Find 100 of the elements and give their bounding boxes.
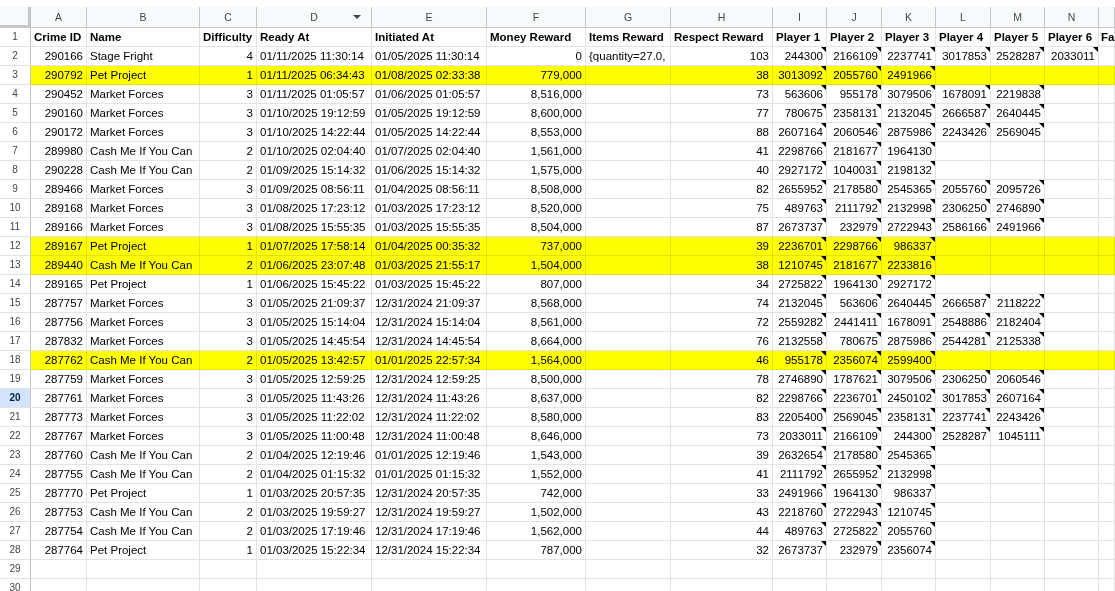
column-header[interactable]: I [773, 7, 827, 28]
table-cell: 2233816 [887, 259, 932, 271]
column-header[interactable]: L [936, 7, 991, 28]
column-header[interactable]: B [87, 7, 200, 28]
table-cell: 1964130 [833, 278, 878, 290]
table-cell: 2666587 [942, 297, 987, 309]
table-cell: 2298766 [778, 145, 823, 157]
table-cell: 2548886 [942, 316, 987, 328]
row-header[interactable]: 29 [0, 560, 31, 579]
table-cell: 1210745 [887, 506, 932, 518]
row-header[interactable]: 4 [0, 85, 31, 104]
table-cell: 2166109 [833, 50, 878, 62]
table-cell: 2441411 [834, 316, 878, 328]
table-cell: 2927172 [887, 278, 932, 290]
row-header[interactable]: 22 [0, 427, 31, 446]
table-cell: 2237741 [887, 50, 932, 62]
row-header[interactable]: 16 [0, 313, 31, 332]
table-cell: 2218760 [778, 506, 823, 518]
table-cell: 1040031 [833, 164, 878, 176]
row-header[interactable]: 10 [0, 199, 31, 218]
column-header[interactable]: D [257, 7, 372, 28]
row-header[interactable]: 8 [0, 161, 31, 180]
table-cell: 2298766 [778, 392, 823, 404]
column-header[interactable]: K [882, 7, 936, 28]
table-cell: 2722943 [833, 506, 878, 518]
row-header[interactable]: 12 [0, 237, 31, 256]
row-header[interactable]: 15 [0, 294, 31, 313]
table-cell: 2528287 [942, 430, 987, 442]
table-cell: 2306250 [942, 202, 987, 214]
row-header[interactable]: 2 [0, 47, 31, 66]
row-header[interactable]: 18 [0, 351, 31, 370]
table-cell: 1678091 [887, 316, 932, 328]
table-cell: 2033011 [1051, 50, 1095, 62]
table-cell: 2132558 [778, 335, 823, 347]
table-cell: 2237741 [942, 411, 987, 423]
table-cell: 2243426 [996, 411, 1041, 423]
table-cell: 232979 [839, 221, 878, 233]
table-cell: 2358131 [887, 411, 932, 423]
table-cell: 2358131 [833, 107, 878, 119]
caret-icon[interactable] [353, 15, 361, 19]
column-header[interactable]: A [31, 7, 87, 28]
table-cell: 3079506 [887, 88, 932, 100]
row-header[interactable]: 13 [0, 256, 31, 275]
column-header[interactable]: F [487, 7, 586, 28]
table-cell: 2544281 [942, 335, 987, 347]
table-cell: 3017853 [942, 50, 987, 62]
column-header[interactable]: M [991, 7, 1045, 28]
row-header[interactable]: 6 [0, 123, 31, 142]
column-header[interactable]: H [671, 7, 773, 28]
row-header[interactable]: 1 [0, 28, 31, 47]
table-cell: 563606 [839, 297, 878, 309]
row-header[interactable]: 3 [0, 66, 31, 85]
table-cell: 986337 [893, 487, 932, 499]
table-cell: 2666587 [942, 107, 987, 119]
column-header[interactable]: N [1045, 7, 1099, 28]
table-cell: 2125338 [996, 335, 1041, 347]
row-header[interactable]: 27 [0, 522, 31, 541]
row-header[interactable]: 21 [0, 408, 31, 427]
table-cell: 2132045 [887, 107, 932, 119]
table-cell: 2673737 [778, 544, 823, 556]
table-cell: 2640445 [996, 107, 1041, 119]
row-header[interactable]: 11 [0, 218, 31, 237]
row-header[interactable]: 20 [0, 389, 31, 408]
table-cell: 2927172 [778, 164, 823, 176]
table-cell: 2060546 [996, 373, 1041, 385]
row-header[interactable]: 19 [0, 370, 31, 389]
table-cell: 1678091 [942, 88, 987, 100]
column-header[interactable]: C [200, 7, 257, 28]
row-header[interactable]: 14 [0, 275, 31, 294]
table-cell: 2725822 [833, 525, 878, 537]
row-header[interactable]: 7 [0, 142, 31, 161]
row-header[interactable]: 24 [0, 465, 31, 484]
row-header[interactable]: 5 [0, 104, 31, 123]
row-header[interactable]: 25 [0, 484, 31, 503]
table-cell: 3017853 [942, 392, 987, 404]
table-cell: 1045111 [997, 430, 1041, 442]
table-cell: 2356074 [887, 544, 932, 556]
row-header[interactable]: 26 [0, 503, 31, 522]
select-all-corner[interactable] [0, 7, 31, 28]
row-header[interactable]: 28 [0, 541, 31, 560]
row-header[interactable]: 9 [0, 180, 31, 199]
table-cell: 1964130 [833, 487, 878, 499]
table-cell: 2236701 [778, 240, 823, 252]
row-header[interactable]: 23 [0, 446, 31, 465]
table-cell: 2559282 [778, 316, 823, 328]
table-cell: 232979 [839, 544, 878, 556]
table-cell: 1787621 [833, 373, 878, 385]
column-header[interactable]: E [372, 7, 487, 28]
row-header[interactable]: 17 [0, 332, 31, 351]
column-header[interactable]: G [586, 7, 671, 28]
table-cell: 2599400 [887, 354, 932, 366]
table-cell: 3013092 [778, 69, 823, 81]
table-cell: 2673737 [778, 221, 823, 233]
table-cell: 2306250 [942, 373, 987, 385]
column-header[interactable]: J [827, 7, 882, 28]
table-cell: 2243426 [942, 126, 987, 138]
column-header[interactable] [1099, 7, 1115, 28]
table-cell: 2182404 [996, 316, 1041, 328]
table-cell: 2725822 [778, 278, 823, 290]
table-cell: 2545365 [887, 183, 932, 195]
